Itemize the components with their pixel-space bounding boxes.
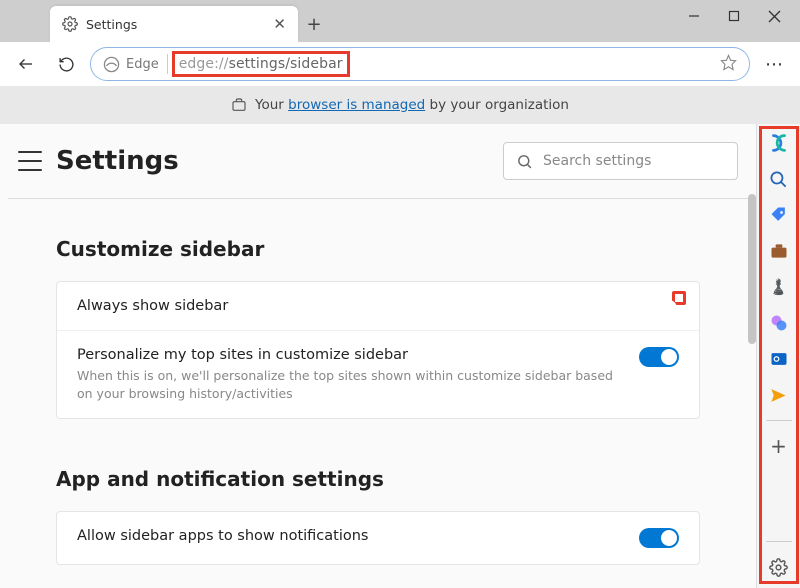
managed-link[interactable]: browser is managed bbox=[288, 97, 425, 113]
row-always-show-sidebar: Always show sidebar bbox=[57, 282, 699, 330]
sidebar-divider bbox=[766, 541, 792, 542]
browser-window: Settings ✕ + Edge edge://settings/sideba… bbox=[0, 0, 800, 588]
edge-sidebar: ♟️ + bbox=[756, 124, 800, 588]
settings-main: Settings Search settings Customize sideb… bbox=[0, 124, 756, 588]
row-allow-notifications: Allow sidebar apps to show notifications bbox=[57, 512, 699, 564]
edge-logo: Edge bbox=[103, 56, 159, 73]
allow-notifications-toggle[interactable] bbox=[639, 528, 679, 548]
section-customize-sidebar: Customize sidebar Always show sidebar Pe… bbox=[0, 237, 756, 565]
sidebar-settings-icon[interactable] bbox=[766, 554, 792, 580]
always-show-label: Always show sidebar bbox=[77, 298, 663, 314]
favorite-icon[interactable] bbox=[720, 54, 737, 75]
tab-strip: Settings ✕ + bbox=[0, 0, 330, 42]
window-controls bbox=[686, 8, 800, 24]
page-header: Settings Search settings bbox=[0, 124, 756, 198]
address-site-label: Edge bbox=[126, 57, 159, 72]
address-bar[interactable]: Edge edge://settings/sidebar bbox=[90, 47, 750, 81]
managed-banner: Your browser is managed by your organiza… bbox=[0, 86, 800, 124]
search-icon[interactable] bbox=[766, 166, 792, 192]
add-sidebar-app-button[interactable]: + bbox=[766, 433, 792, 459]
more-menu-button[interactable]: ⋯ bbox=[758, 54, 790, 75]
tab-settings[interactable]: Settings ✕ bbox=[50, 6, 298, 42]
notifications-card: Allow sidebar apps to show notifications bbox=[56, 511, 700, 565]
personalize-toggle[interactable] bbox=[639, 347, 679, 367]
row-personalize-top-sites: Personalize my top sites in customize si… bbox=[57, 330, 699, 418]
maximize-button[interactable] bbox=[726, 8, 742, 24]
tools-icon[interactable] bbox=[766, 238, 792, 264]
back-button[interactable] bbox=[10, 48, 42, 80]
page-title: Settings bbox=[56, 146, 179, 176]
header-divider bbox=[8, 198, 748, 199]
allow-notifications-label: Allow sidebar apps to show notifications bbox=[77, 528, 623, 544]
close-button[interactable] bbox=[766, 8, 782, 24]
copilot-icon[interactable] bbox=[766, 130, 792, 156]
briefcase-icon bbox=[231, 97, 247, 113]
address-separator bbox=[167, 54, 168, 74]
nav-toolbar: Edge edge://settings/sidebar ⋯ bbox=[0, 42, 800, 86]
minimize-button[interactable] bbox=[686, 8, 702, 24]
search-icon bbox=[516, 153, 533, 170]
reload-button[interactable] bbox=[50, 48, 82, 80]
new-tab-button[interactable]: + bbox=[298, 6, 330, 42]
url-text: edge://settings/sidebar bbox=[176, 56, 712, 72]
outlook-icon[interactable] bbox=[766, 346, 792, 372]
games-icon[interactable]: ♟️ bbox=[766, 274, 792, 300]
notifications-title: App and notification settings bbox=[56, 467, 700, 491]
personalize-label: Personalize my top sites in customize si… bbox=[77, 347, 623, 363]
deals-icon[interactable] bbox=[766, 202, 792, 228]
hamburger-icon[interactable] bbox=[18, 151, 42, 171]
titlebar: Settings ✕ + bbox=[0, 0, 800, 42]
highlight-marker bbox=[672, 291, 686, 305]
customize-sidebar-title: Customize sidebar bbox=[56, 237, 700, 261]
close-icon[interactable]: ✕ bbox=[273, 15, 286, 33]
send-icon[interactable] bbox=[766, 382, 792, 408]
tab-title: Settings bbox=[86, 17, 137, 32]
customize-sidebar-card: Always show sidebar Personalize my top s… bbox=[56, 281, 700, 419]
scrollbar[interactable] bbox=[748, 194, 756, 344]
personalize-desc: When this is on, we'll personalize the t… bbox=[77, 367, 623, 402]
search-input[interactable]: Search settings bbox=[503, 142, 738, 180]
gear-icon bbox=[62, 16, 78, 32]
managed-text: Your browser is managed by your organiza… bbox=[255, 97, 569, 113]
search-placeholder: Search settings bbox=[543, 153, 651, 169]
sidebar-divider bbox=[766, 420, 792, 421]
office-icon[interactable] bbox=[766, 310, 792, 336]
